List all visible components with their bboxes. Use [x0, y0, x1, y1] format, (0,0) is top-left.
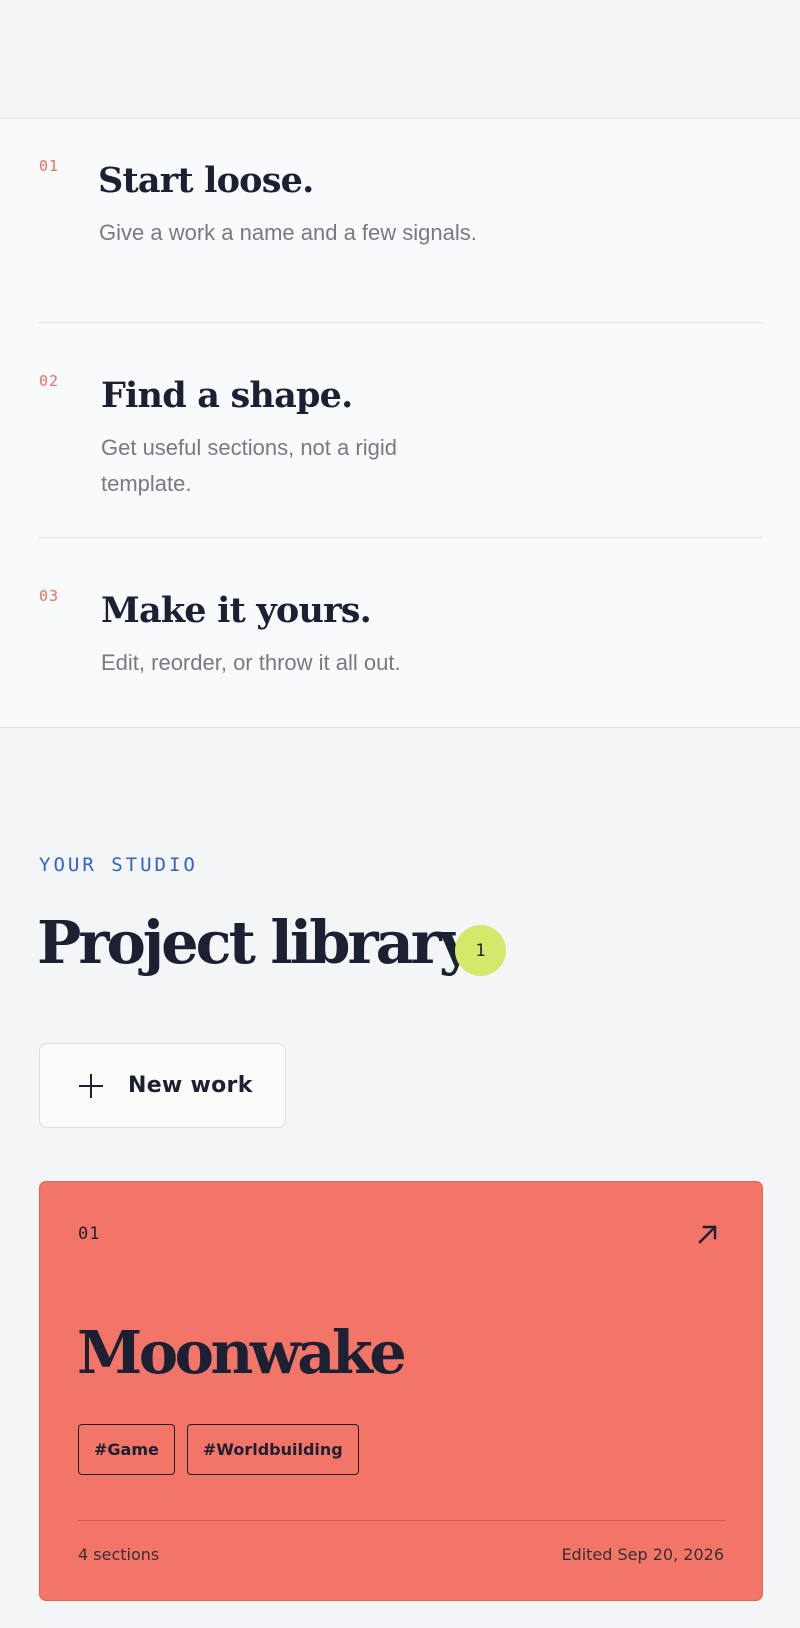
plus-icon	[78, 1073, 104, 1099]
step-title: Make it yours.	[101, 590, 372, 631]
project-title: Moonwake	[77, 1318, 407, 1387]
project-number: 01	[78, 1224, 101, 1244]
tag-worldbuilding[interactable]: #Worldbuilding	[186, 1424, 359, 1475]
how-it-works-steps: 01 Start loose. Give a work a name and a…	[0, 119, 800, 728]
card-divider	[78, 1520, 726, 1521]
section-count: 4 sections	[78, 1545, 160, 1564]
step-number: 01	[39, 157, 60, 175]
step-divider	[39, 322, 763, 323]
arrow-up-right-icon[interactable]	[696, 1222, 720, 1246]
step-number: 02	[39, 372, 60, 390]
step-number: 03	[39, 587, 60, 605]
step-description: Give a work a name and a few signals.	[99, 220, 477, 245]
top-band	[0, 0, 800, 119]
tag-game[interactable]: #Game	[78, 1424, 175, 1475]
section-eyebrow: YOUR STUDIO	[39, 854, 198, 876]
page-title: Project library	[37, 908, 473, 977]
new-work-label: New work	[128, 1073, 253, 1098]
project-tags: #Game #Worldbuilding	[78, 1424, 359, 1475]
new-work-button[interactable]: New work	[39, 1043, 286, 1128]
step-divider	[39, 537, 763, 538]
project-count-badge: 1	[455, 925, 506, 976]
step-description: Edit, reorder, or throw it all out.	[101, 650, 401, 675]
edited-date: Edited Sep 20, 2026	[561, 1545, 724, 1564]
project-card[interactable]: 01 Moonwake #Game #Worldbuilding 4 secti…	[39, 1181, 763, 1601]
step-description: Get useful sections, not a rigid templat…	[101, 435, 397, 496]
step-title: Start loose.	[98, 160, 314, 201]
step-title: Find a shape.	[101, 375, 353, 416]
